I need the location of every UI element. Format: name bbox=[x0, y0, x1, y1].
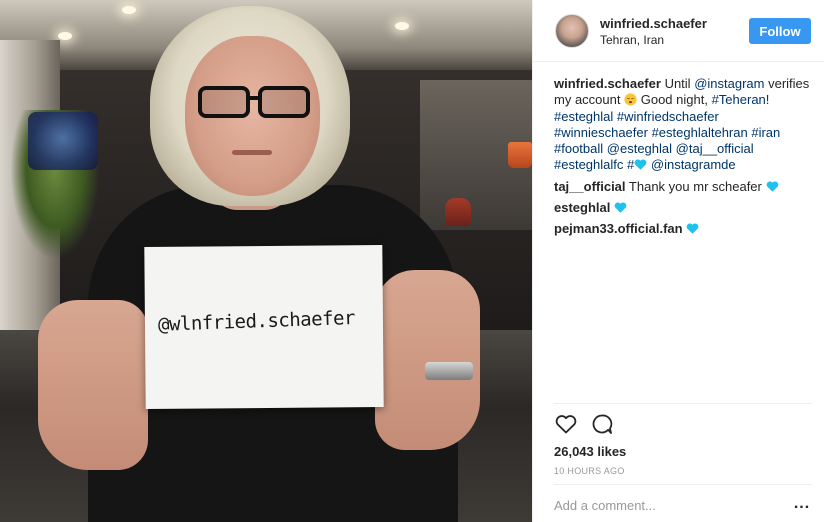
comment-username[interactable]: pejman33.official.fan bbox=[554, 221, 683, 236]
glasses-bridge bbox=[248, 96, 260, 100]
divider bbox=[554, 484, 812, 485]
post-timestamp[interactable]: 10 HOURS AGO bbox=[554, 466, 625, 476]
caption-text: ! bbox=[765, 92, 770, 108]
comment-username[interactable]: esteghlal bbox=[554, 200, 610, 215]
caption-text: Good night, bbox=[640, 92, 708, 108]
post-sidebar: winfried.schaefer Tehran, Iran Follow wi… bbox=[532, 0, 824, 522]
blue-heart-icon bbox=[634, 159, 647, 171]
ceiling-light bbox=[395, 22, 409, 30]
caption-username[interactable]: winfried.schaefer bbox=[554, 76, 661, 91]
wristwatch bbox=[425, 362, 473, 380]
heart-outline-icon[interactable] bbox=[554, 412, 578, 436]
blue-heart-icon bbox=[614, 202, 627, 213]
blue-heart-icon bbox=[686, 223, 699, 235]
mention-link[interactable]: @taj__official bbox=[676, 141, 754, 156]
mention-link[interactable]: @esteghlal bbox=[607, 141, 672, 156]
comment-item: pejman33.official.fan bbox=[554, 221, 816, 237]
blue-heart-icon bbox=[766, 181, 778, 192]
likes-count[interactable]: 26,043 likes bbox=[554, 444, 626, 459]
comment-text: Thank you mr scheafer bbox=[628, 178, 762, 194]
avatar[interactable] bbox=[555, 14, 589, 48]
ceiling-light bbox=[58, 32, 72, 40]
header-username[interactable]: winfried.schaefer bbox=[600, 16, 707, 31]
hashtag-link[interactable]: #football bbox=[554, 141, 603, 156]
caption-text: Until bbox=[664, 76, 691, 91]
comment-item: taj__official Thank you mr scheafer bbox=[554, 179, 816, 195]
lamp bbox=[508, 142, 532, 168]
glasses-right-lens bbox=[258, 86, 310, 118]
comments-list: winfried.schaefer Until @instagram verif… bbox=[554, 76, 816, 243]
hashtag-link[interactable]: # bbox=[627, 157, 634, 172]
person-left-hand bbox=[38, 300, 148, 470]
mention-link[interactable]: @instagramde bbox=[651, 157, 736, 172]
ceiling-light bbox=[122, 6, 136, 14]
glasses-left-lens bbox=[198, 86, 250, 118]
hashtag-link[interactable]: #iran bbox=[751, 125, 780, 140]
instagram-post: @wlnfried.schaefer winfried.schaefer Teh… bbox=[0, 0, 824, 522]
comment-item: esteghlal bbox=[554, 200, 816, 216]
person-mouth bbox=[232, 150, 272, 155]
divider bbox=[554, 403, 812, 404]
post-photo[interactable]: @wlnfried.schaefer bbox=[0, 0, 532, 522]
wall-logo bbox=[28, 112, 98, 170]
caption: winfried.schaefer Until @instagram verif… bbox=[554, 76, 816, 174]
action-bar bbox=[554, 412, 614, 438]
hashtag-link[interactable]: #esteghlalfc bbox=[554, 157, 623, 172]
hashtag-link[interactable]: #esteghlal bbox=[554, 109, 613, 124]
hashtag-link[interactable]: #Teheran bbox=[712, 92, 766, 107]
person-right-hand bbox=[375, 270, 480, 450]
header-location[interactable]: Tehran, Iran bbox=[600, 33, 664, 47]
hashtag-link[interactable]: #winfriedschaefer bbox=[617, 109, 719, 124]
sleepy-face-emoji-icon bbox=[624, 93, 637, 106]
post-header: winfried.schaefer Tehran, Iran Follow bbox=[533, 0, 824, 62]
comment-username[interactable]: taj__official bbox=[554, 179, 626, 194]
hashtag-link[interactable]: #esteghlaltehran bbox=[652, 125, 748, 140]
hashtag-link[interactable]: #winnieschaefer bbox=[554, 125, 648, 140]
more-options-icon[interactable]: ... bbox=[791, 496, 813, 516]
chair bbox=[445, 198, 471, 226]
follow-button[interactable]: Follow bbox=[749, 18, 811, 44]
comment-bubble-icon[interactable] bbox=[590, 412, 614, 436]
mention-link[interactable]: @instagram bbox=[694, 76, 764, 91]
comment-input[interactable] bbox=[554, 498, 786, 513]
